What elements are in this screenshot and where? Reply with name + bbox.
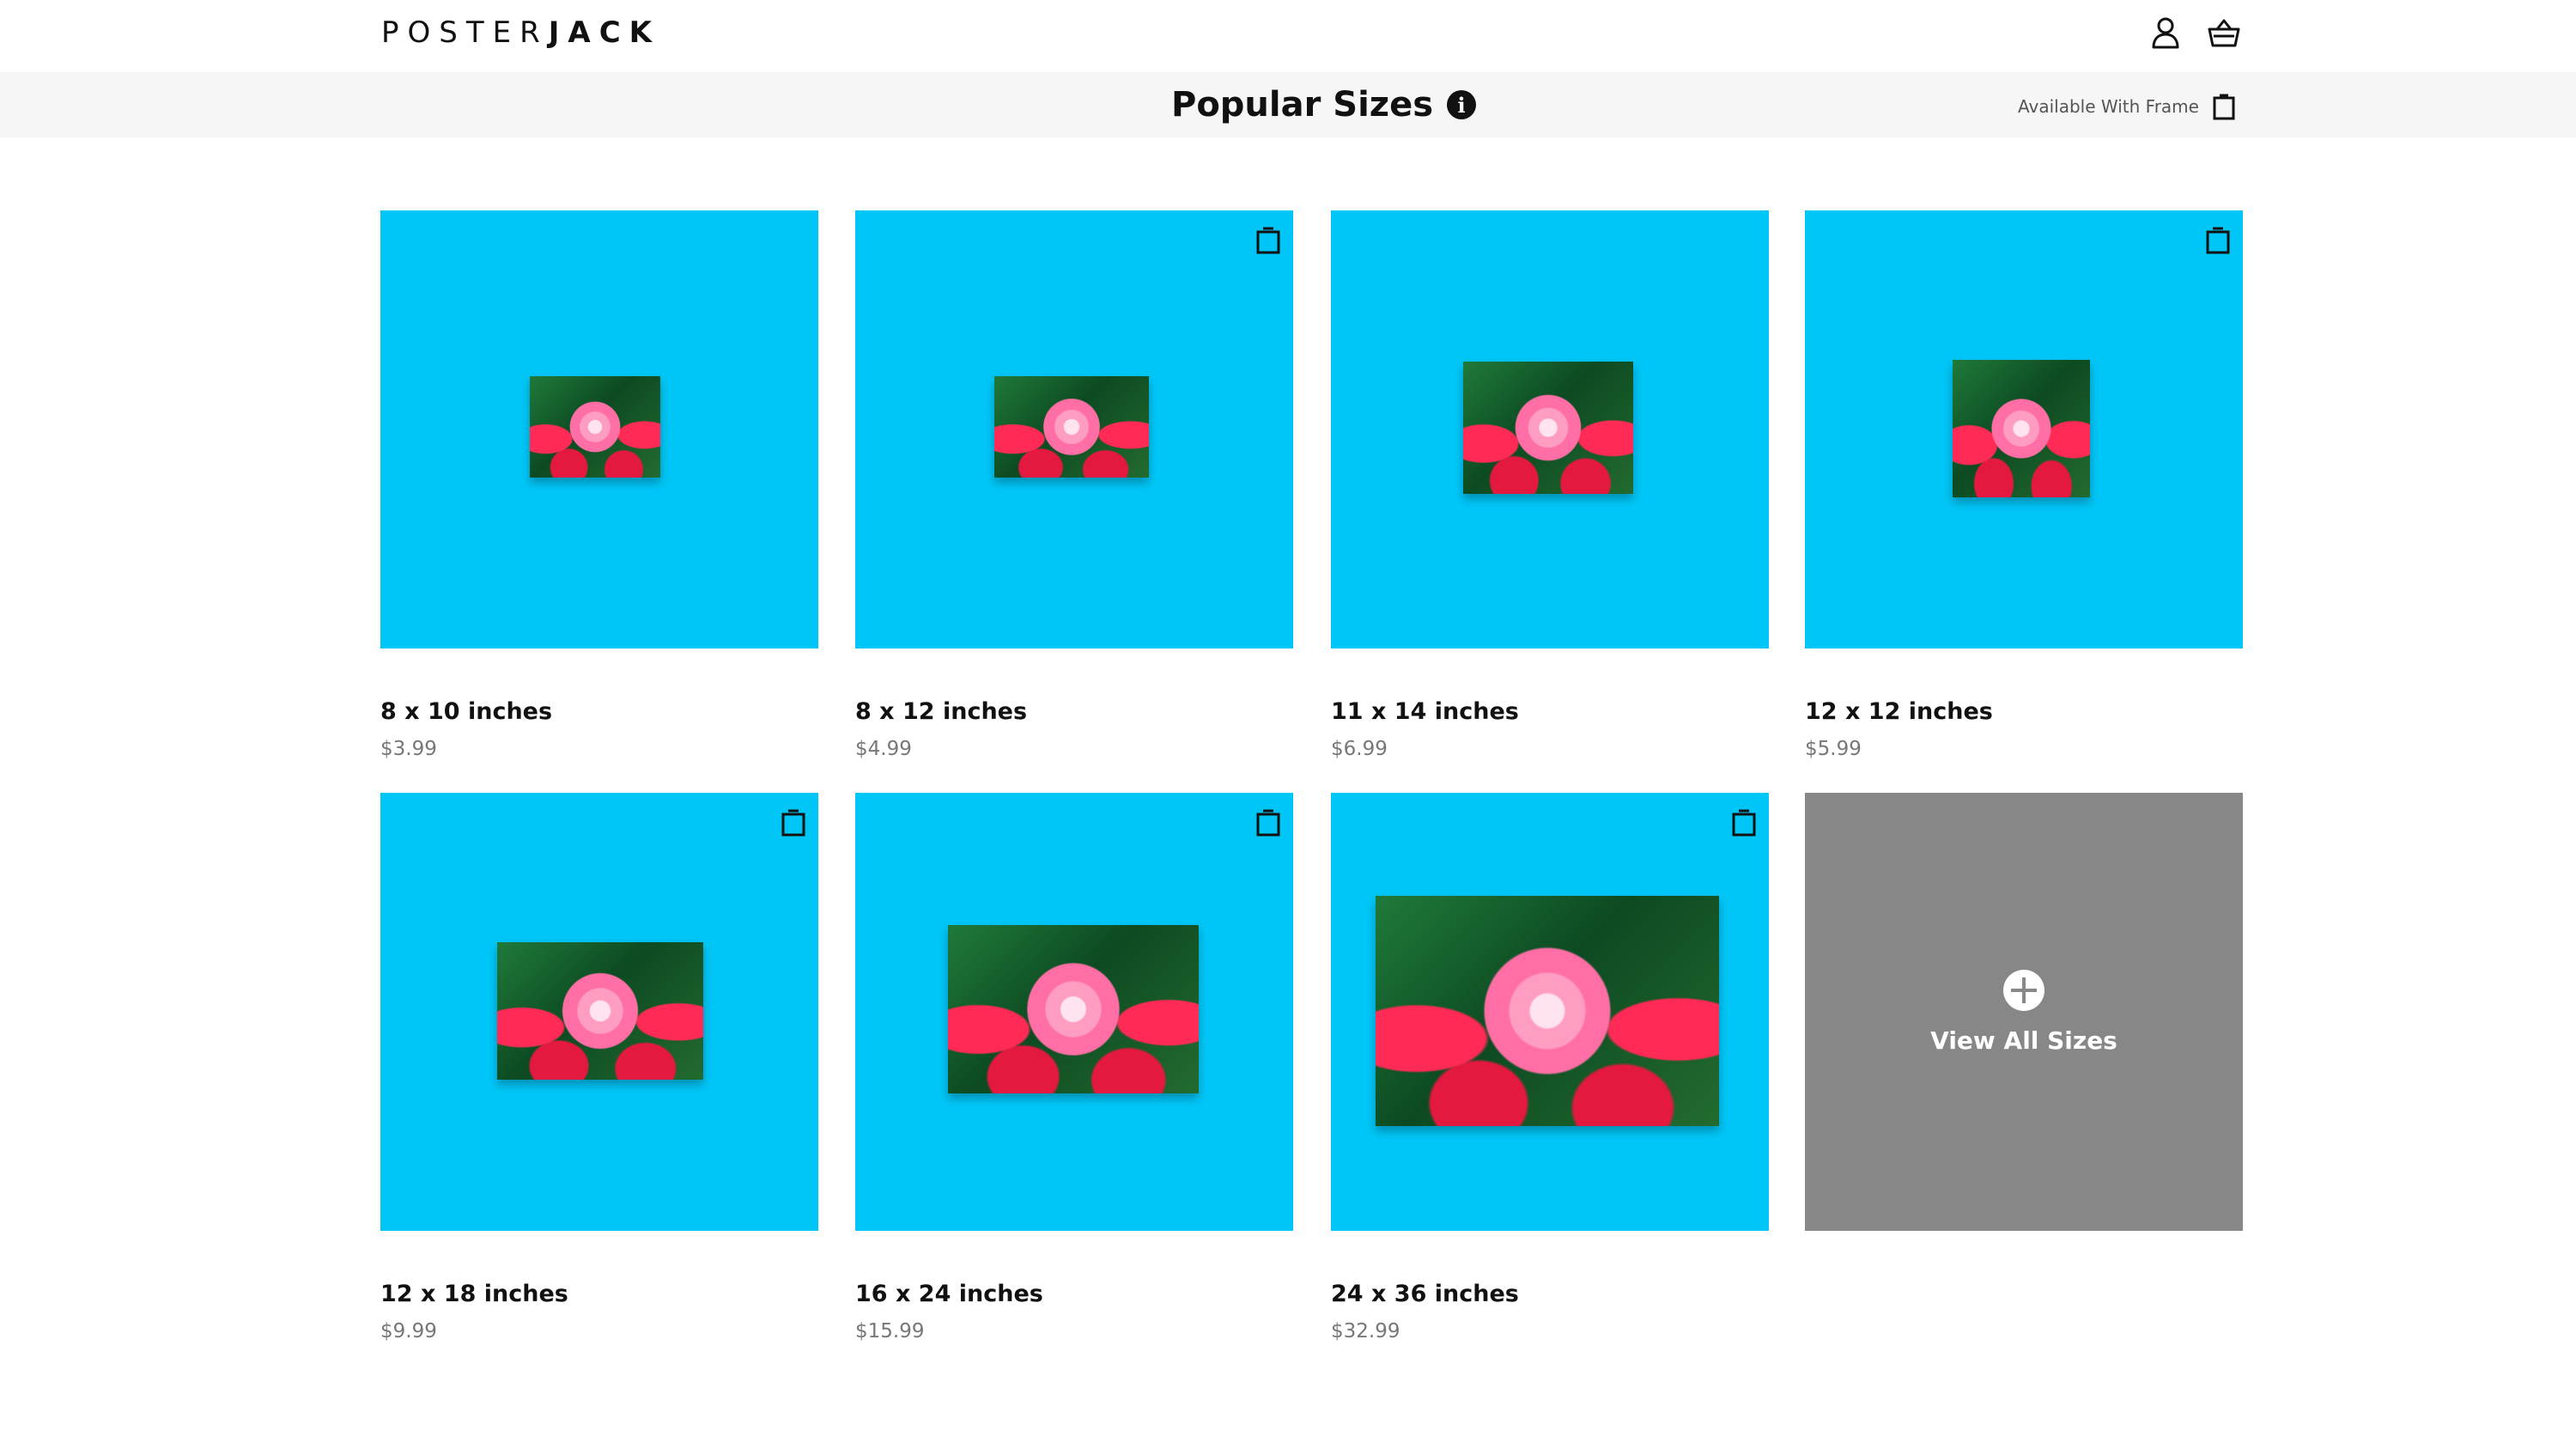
size-price: $4.99: [855, 738, 912, 760]
size-preview[interactable]: [855, 210, 1293, 648]
size-label: 11 x 14 inches: [1331, 698, 1519, 725]
top-bar: POSTER JACK: [0, 0, 2576, 72]
info-icon[interactable]: i: [1447, 90, 1476, 119]
page-title: Popular Sizes i: [1171, 79, 1476, 131]
size-price: $32.99: [1331, 1320, 1400, 1342]
view-all-sizes-button[interactable]: View All Sizes: [1805, 793, 2243, 1231]
size-price: $6.99: [1331, 738, 1388, 760]
basket-icon[interactable]: [2203, 12, 2245, 53]
frame-icon: [1731, 808, 1757, 837]
size-preview[interactable]: [1331, 793, 1769, 1231]
frame-icon: [781, 808, 806, 837]
frame-icon: [2213, 93, 2235, 120]
size-preview[interactable]: [380, 793, 818, 1231]
posterjack-logo[interactable]: POSTER JACK: [381, 12, 660, 53]
size-label: 8 x 12 inches: [855, 698, 1028, 725]
frame-icon: [1255, 808, 1281, 837]
size-preview[interactable]: [1331, 210, 1769, 648]
poster-thumbnail: [530, 376, 660, 478]
view-all-sizes-label: View All Sizes: [1930, 1026, 2117, 1055]
frame-availability-legend: Available With Frame: [2018, 91, 2235, 122]
poster-thumbnail: [1463, 362, 1633, 494]
poster-thumbnail: [994, 376, 1149, 478]
frame-legend-label: Available With Frame: [2018, 96, 2199, 117]
size-preview[interactable]: [380, 210, 818, 648]
user-icon[interactable]: [2145, 12, 2186, 53]
size-price: $5.99: [1805, 738, 1862, 760]
poster-thumbnail: [1376, 896, 1719, 1126]
poster-thumbnail: [1953, 360, 2090, 497]
size-preview[interactable]: [1805, 210, 2243, 648]
plus-circle-icon: [2003, 969, 2044, 1011]
size-label: 24 x 36 inches: [1331, 1281, 1519, 1307]
size-label: 12 x 18 inches: [380, 1281, 568, 1307]
poster-thumbnail: [497, 942, 703, 1080]
size-label: 8 x 10 inches: [380, 698, 553, 725]
size-label: 12 x 12 inches: [1805, 698, 1993, 725]
size-label: 16 x 24 inches: [855, 1281, 1043, 1307]
size-price: $3.99: [380, 738, 437, 760]
page-title-text: Popular Sizes: [1171, 85, 1433, 125]
poster-thumbnail: [948, 925, 1199, 1093]
size-price: $9.99: [380, 1320, 437, 1342]
frame-icon: [2205, 226, 2231, 255]
frame-icon: [1255, 226, 1281, 255]
logo-text-poster: POSTER: [381, 15, 549, 50]
logo-text-jack: JACK: [548, 15, 660, 50]
size-price: $15.99: [855, 1320, 925, 1342]
size-preview[interactable]: [855, 793, 1293, 1231]
